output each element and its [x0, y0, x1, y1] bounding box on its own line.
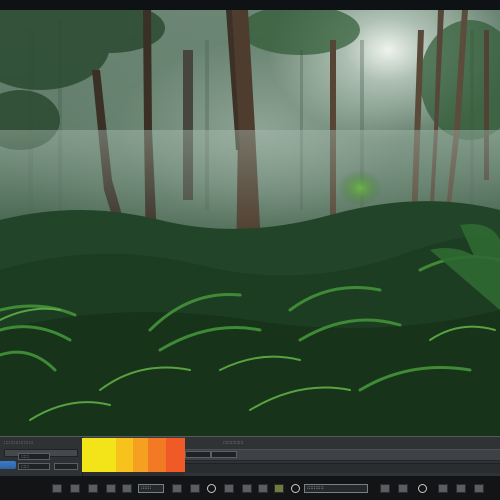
right-field-a[interactable] [185, 451, 211, 458]
left-field-a-value: :::::: [21, 454, 30, 459]
left-field-c[interactable] [54, 463, 78, 470]
right-lower-strip [185, 463, 500, 473]
left-field-b-value: :::::: [21, 464, 30, 469]
forest-scene-image [0, 10, 500, 436]
left-panel-title: :::::::::::::::::: [4, 440, 34, 445]
tool-button-7[interactable] [190, 484, 200, 493]
editor-panel: :::::::::::::::::: :::::: :::::: :::::::… [0, 436, 500, 476]
circle-tool-icon[interactable] [418, 484, 427, 493]
bottom-toolbar: :::::: :::::::::: [0, 476, 500, 500]
left-field-a[interactable]: :::::: [18, 453, 50, 460]
snap-toggle-icon[interactable] [291, 484, 300, 493]
swatch-dark-orange[interactable] [148, 438, 166, 472]
right-panel-title: ::::::::::::::: [223, 440, 244, 445]
active-layer-tab[interactable] [0, 461, 16, 469]
tool-button-3[interactable] [88, 484, 98, 493]
tool-button-8[interactable] [224, 484, 234, 493]
toolbar-field-1-value: :::::: [141, 485, 152, 491]
right-field-b[interactable] [211, 451, 237, 458]
right-panel: ::::::::::::::: [185, 437, 500, 476]
tool-button-1[interactable] [52, 484, 62, 493]
swatch-amber[interactable] [116, 438, 133, 472]
tool-button-5[interactable] [122, 484, 132, 493]
swatch-orange[interactable] [133, 438, 148, 472]
swatch-red-orange[interactable] [166, 438, 185, 472]
left-panel: :::::::::::::::::: :::::: :::::: [0, 437, 83, 476]
tool-button-14[interactable] [438, 484, 448, 493]
tool-button-16[interactable] [474, 484, 484, 493]
tool-button-15[interactable] [456, 484, 466, 493]
swatch-yellow[interactable] [82, 438, 116, 472]
color-swatch-strip [82, 438, 185, 472]
left-field-b[interactable]: :::::: [18, 463, 50, 470]
tool-button-2[interactable] [70, 484, 80, 493]
toolbar-field-2[interactable]: :::::::::: [304, 484, 368, 493]
tool-button-9[interactable] [242, 484, 252, 493]
toolbar-field-1[interactable]: :::::: [138, 484, 164, 493]
tool-button-10[interactable] [258, 484, 268, 493]
toolbar-field-2-value: :::::::::: [307, 485, 324, 491]
tool-button-4[interactable] [106, 484, 116, 493]
tool-button-12[interactable] [380, 484, 390, 493]
tool-button-6[interactable] [172, 484, 182, 493]
record-toggle-icon[interactable] [207, 484, 216, 493]
tool-button-13[interactable] [398, 484, 408, 493]
tool-button-11[interactable] [274, 484, 284, 493]
render-viewport[interactable] [0, 10, 500, 436]
